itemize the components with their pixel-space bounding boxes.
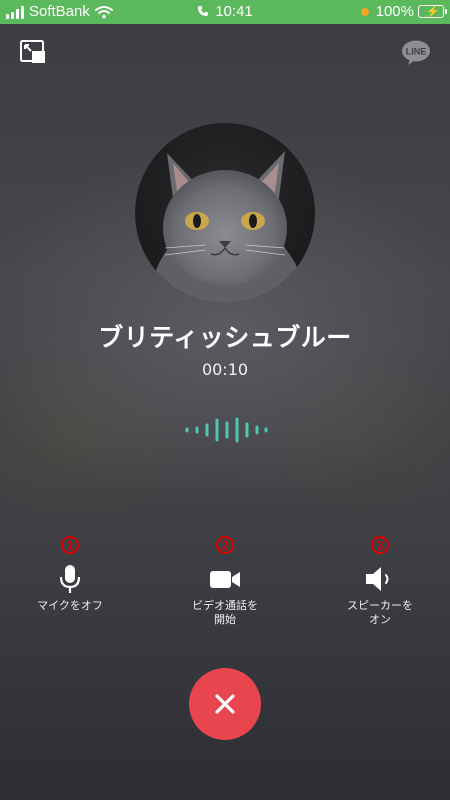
phone-icon <box>198 6 209 16</box>
line-logo: LINE <box>402 40 430 65</box>
battery-percent: 100% <box>375 3 414 20</box>
caller-name: ブリティッシュブルー <box>98 323 352 352</box>
status-time: 10:41 <box>215 3 253 20</box>
annotation-number-3: 3 <box>371 536 389 554</box>
status-bar: SoftBank 10:41 100% ⚡ <box>0 0 450 24</box>
battery-icon: ⚡ <box>418 5 447 18</box>
svg-text:2: 2 <box>222 539 229 553</box>
picture-in-picture-icon[interactable] <box>20 40 46 64</box>
speaker-icon <box>366 567 389 591</box>
start-video-label: ビデオ通話を 開始 <box>192 599 258 626</box>
close-icon <box>215 694 235 714</box>
mute-mic-control[interactable]: 1 マイクをオフ <box>5 535 135 613</box>
mute-mic-label: マイクをオフ <box>37 599 103 612</box>
caller-avatar <box>135 123 315 303</box>
annotation-number-2: 2 <box>216 536 234 554</box>
microphone-icon <box>59 565 81 593</box>
start-video-control[interactable]: 2 ビデオ通話を 開始 <box>160 535 290 627</box>
svg-text:1: 1 <box>67 539 74 553</box>
end-call-button[interactable] <box>189 668 261 740</box>
svg-text:LINE: LINE <box>406 47 427 57</box>
status-right: 100% ⚡ <box>360 3 447 20</box>
privacy-dot-icon <box>360 7 369 16</box>
speaker-label: スピーカーを オン <box>347 599 413 626</box>
speaker-control[interactable]: 3 スピーカーを オン <box>315 535 445 627</box>
svg-text:3: 3 <box>377 539 384 553</box>
annotation-number-1: 1 <box>61 536 79 554</box>
audio-wave-icon <box>185 417 268 443</box>
call-duration: 00:10 <box>201 360 249 379</box>
video-camera-icon <box>210 571 240 588</box>
